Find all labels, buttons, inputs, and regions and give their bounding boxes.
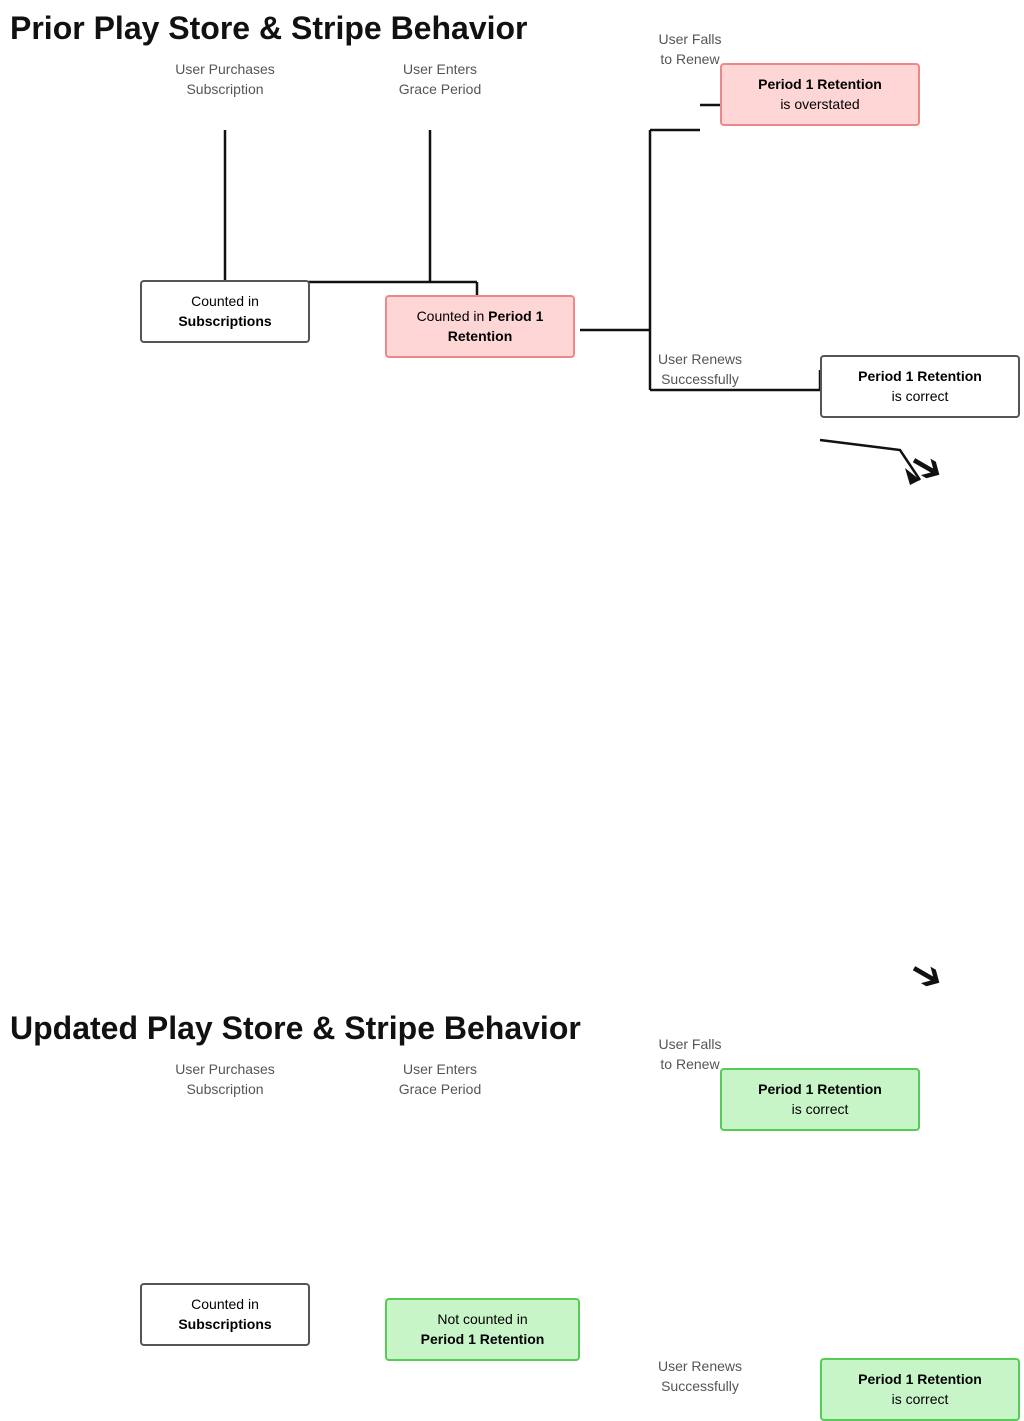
counted-retention-1: Counted in Period 1Retention	[385, 295, 575, 358]
label-user-enters-2: User EntersGrace Period	[370, 1060, 510, 1099]
correct-3: Period 1 Retentionis correct	[820, 1358, 1020, 1421]
overstated-1: Period 1 Retentionis overstated	[720, 63, 920, 126]
counted-subscriptions-1: Counted inSubscriptions	[140, 280, 310, 343]
correct-2: Period 1 Retentionis correct	[720, 1068, 920, 1131]
label-user-purchases-1: User PurchasesSubscription	[155, 60, 295, 99]
label-user-renews-2: User RenewsSuccessfully	[635, 1357, 765, 1396]
arrow-down-2: ➔	[901, 947, 953, 1004]
label-user-enters-1: User EntersGrace Period	[370, 60, 510, 99]
label-user-renews-1: User RenewsSuccessfully	[635, 350, 765, 389]
section2-title: Updated Play Store & Stripe Behavior	[10, 1010, 581, 1047]
arrow-down-1: ➔	[901, 439, 953, 496]
correct-1: Period 1 Retentionis correct	[820, 355, 1020, 418]
label-user-purchases-2: User PurchasesSubscription	[155, 1060, 295, 1099]
not-counted-2: Not counted inPeriod 1 Retention	[385, 1298, 580, 1361]
section1-title: Prior Play Store & Stripe Behavior	[10, 10, 528, 47]
counted-subscriptions-2: Counted inSubscriptions	[140, 1283, 310, 1346]
